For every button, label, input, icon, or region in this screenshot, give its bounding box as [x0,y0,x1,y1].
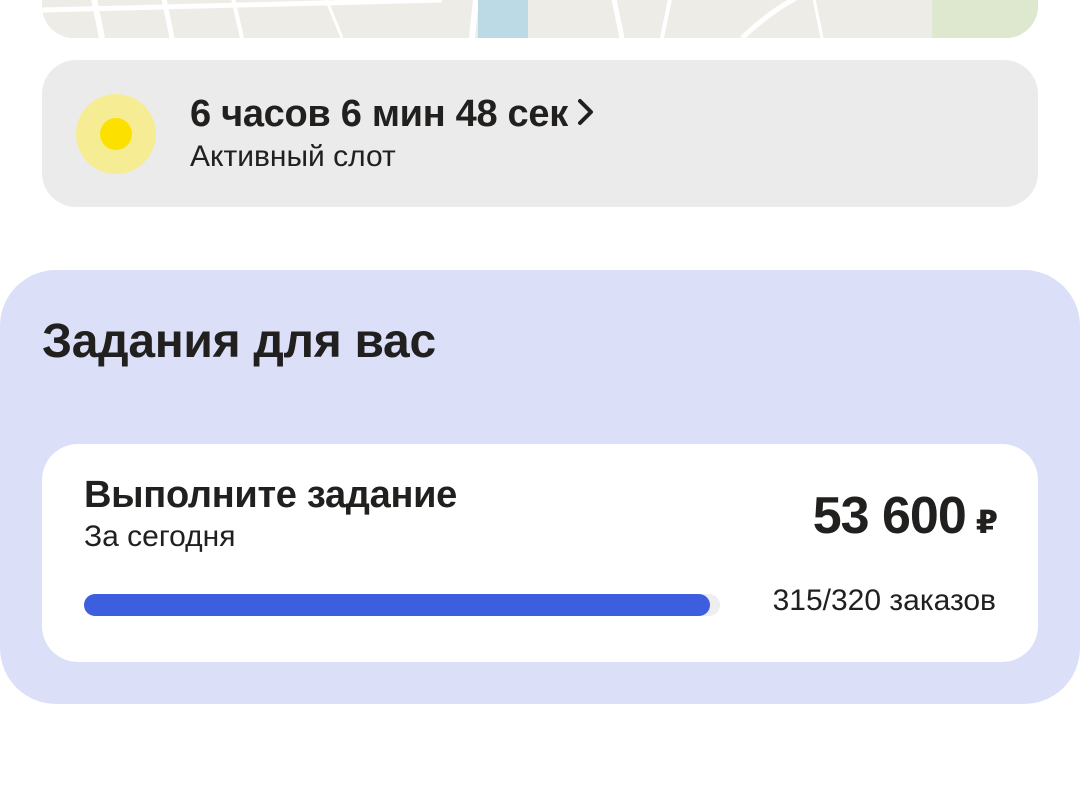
task-reward: 53 600 ₽ [813,486,998,546]
slot-time-row[interactable]: 6 часов 6 мин 48 сек [190,90,596,138]
chevron-right-icon [576,97,596,132]
reward-currency: ₽ [975,504,998,540]
slot-status-dot-inner [100,118,132,150]
task-progress-text: 315/320 заказов [772,584,996,617]
tasks-title: Задания для вас [42,315,436,368]
task-title: Выполните задание [84,474,457,516]
task-progress-fill [84,594,710,616]
active-slot-card[interactable]: 6 часов 6 мин 48 сек Активный слот [42,60,1038,207]
tasks-section: Задания для вас Выполните задание За сег… [0,270,1080,704]
task-period: За сегодня [84,520,236,553]
reward-amount: 53 600 [812,487,967,545]
map-image [42,0,1038,38]
task-card[interactable]: Выполните задание За сегодня 53 600 ₽ 31… [42,444,1038,662]
slot-time: 6 часов 6 мин 48 сек [190,92,568,135]
map-preview[interactable] [42,0,1038,38]
task-progress-bar [84,594,720,616]
slot-subtitle: Активный слот [190,140,396,173]
slot-status-dot [76,94,156,174]
screen: 6 часов 6 мин 48 сек Активный слот Задан… [0,0,1080,808]
